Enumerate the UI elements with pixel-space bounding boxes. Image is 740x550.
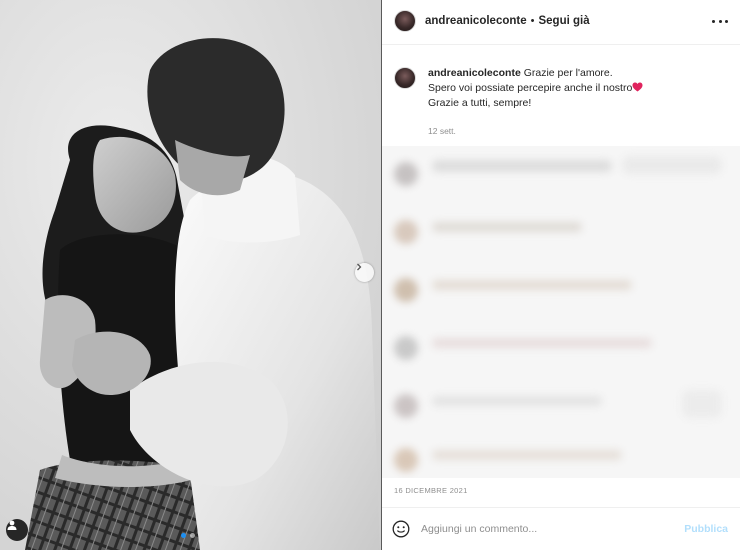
more-horizontal-icon[interactable] xyxy=(712,14,728,28)
following-button[interactable]: Segui già xyxy=(538,15,589,27)
carousel-dot-active xyxy=(181,533,186,538)
blurred-comment xyxy=(382,324,740,376)
caption-line-2: Spero voi possiate percepire anche il no… xyxy=(428,82,633,94)
post-caption: andreanicoleconte Grazie per l'amore. Sp… xyxy=(394,66,730,139)
blurred-comment xyxy=(382,150,740,202)
caption-username[interactable]: andreanicoleconte xyxy=(428,67,521,79)
couple-photo xyxy=(0,0,381,550)
blurred-comment xyxy=(382,208,740,260)
caption-text: andreanicoleconte Grazie per l'amore. Sp… xyxy=(428,66,643,139)
caption-timestamp[interactable]: 12 sett. xyxy=(428,124,643,139)
post-photo[interactable] xyxy=(0,0,381,550)
avatar[interactable] xyxy=(394,10,416,32)
user-icon xyxy=(7,520,17,530)
blurred-comment xyxy=(382,382,740,434)
comments-list-blurred xyxy=(382,146,740,478)
post-header: andreanicoleconte • Segui già xyxy=(382,0,740,42)
red-heart-icon xyxy=(632,82,643,92)
chevron-right-icon xyxy=(357,263,362,271)
caption-line-3: Grazie a tutti, sempre! xyxy=(428,97,532,109)
header-separator: • xyxy=(530,15,535,27)
carousel-dot xyxy=(190,533,195,538)
post-date: 16 DICEMBRE 2021 xyxy=(394,486,468,495)
header-divider xyxy=(382,44,740,45)
caption-line-1: Grazie per l'amore. xyxy=(523,67,613,79)
carousel-next-button[interactable] xyxy=(355,263,374,282)
publish-button[interactable]: Pubblica xyxy=(684,523,728,535)
comment-input[interactable] xyxy=(421,519,685,539)
add-comment-bar: Pubblica xyxy=(382,508,740,550)
carousel-indicator xyxy=(181,533,195,538)
tagged-users-button[interactable] xyxy=(6,519,28,541)
emoji-icon[interactable] xyxy=(392,520,410,538)
blurred-comment xyxy=(382,266,740,318)
caption-avatar[interactable] xyxy=(394,67,416,89)
post-sidebar: andreanicoleconte • Segui già andreanico… xyxy=(382,0,740,550)
blurred-comment xyxy=(382,436,740,478)
author-username[interactable]: andreanicoleconte xyxy=(425,15,527,27)
